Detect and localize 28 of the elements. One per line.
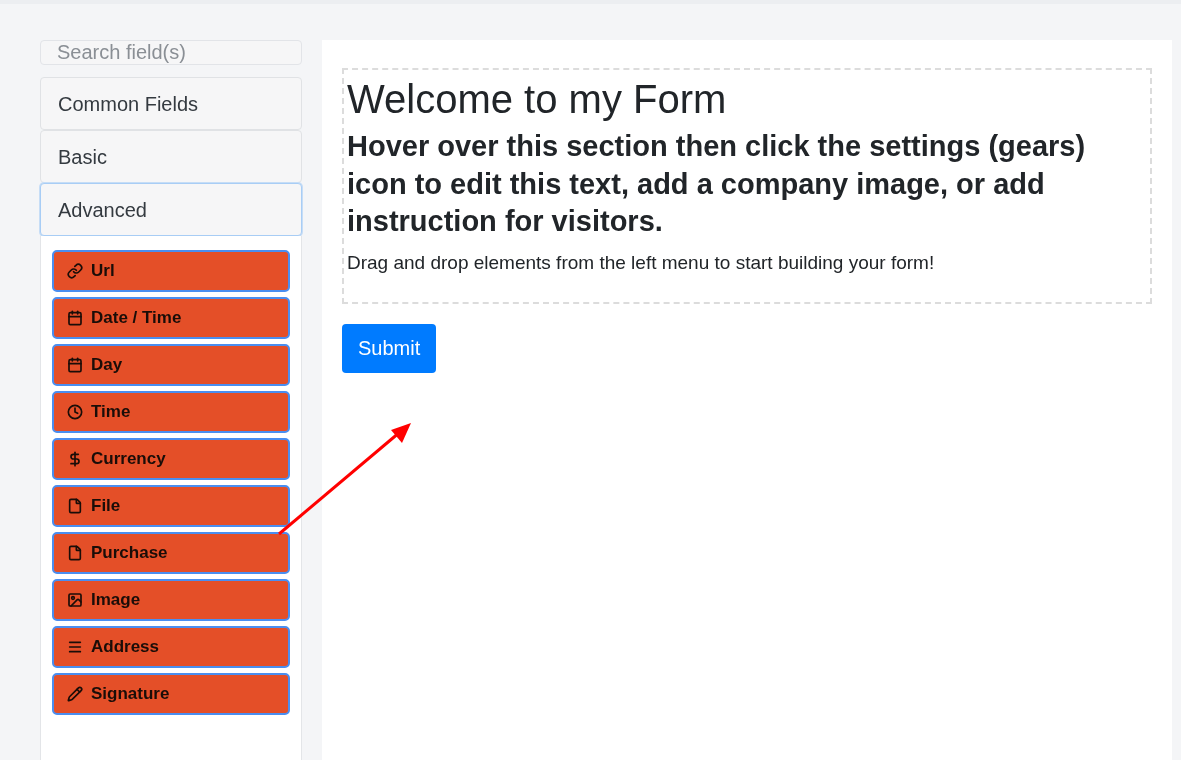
submit-button[interactable]: Submit (342, 323, 437, 373)
form-title: Welcome to my Form (347, 76, 728, 123)
file-icon (67, 545, 83, 561)
file-icon (67, 498, 83, 514)
field-button[interactable]: Address (52, 626, 290, 668)
field-button[interactable]: Purchase (52, 532, 290, 574)
clock-icon (67, 404, 83, 420)
field-button[interactable]: File (52, 485, 290, 527)
lines-icon (67, 639, 83, 655)
field-button[interactable]: Url (52, 250, 290, 292)
form-description: Drag and drop elements from the left menu to start building your form! (347, 251, 936, 276)
field-button[interactable]: Currency (52, 438, 290, 480)
image-icon (67, 592, 83, 608)
pencil-icon (67, 686, 83, 702)
search-field[interactable]: Search field(s) (40, 40, 302, 65)
section-header[interactable]: Common Fields (40, 77, 302, 130)
field-button[interactable]: Date / Time (52, 297, 290, 339)
field-button[interactable]: Time (52, 391, 290, 433)
section-header[interactable]: Advanced (40, 183, 302, 236)
link-icon (67, 263, 83, 279)
form-subtitle: Hover over this section then click the settings (gears) icon to edit this text, add a company image, or add instruction for visitors. (347, 129, 1087, 240)
calendar-icon (67, 310, 83, 326)
calendar-icon (67, 357, 83, 373)
section-header[interactable]: Basic (40, 130, 302, 183)
dollar-icon (67, 451, 83, 467)
field-button[interactable]: Day (52, 344, 290, 386)
field-button[interactable]: Image (52, 579, 290, 621)
field-button[interactable]: Signature (52, 673, 290, 715)
